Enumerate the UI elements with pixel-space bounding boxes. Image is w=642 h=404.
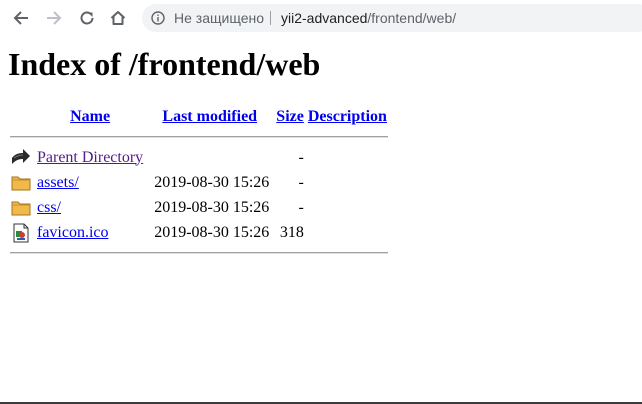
- table-row: Parent Directory -: [10, 146, 388, 169]
- assets-folder-link[interactable]: assets/: [37, 174, 79, 191]
- url-host: yii2-advanced: [281, 10, 368, 26]
- table-row: css/ 2019-08-30 15:26 -: [10, 196, 388, 219]
- row-description: [307, 171, 388, 194]
- last-modified-column-header: Last modified: [146, 106, 273, 128]
- row-size: 318: [279, 223, 304, 241]
- url-text[interactable]: yii2-advanced/frontend/web/: [281, 10, 456, 26]
- sort-by-name-link[interactable]: Name: [70, 108, 110, 125]
- sort-by-description-link[interactable]: Description: [308, 108, 387, 125]
- css-folder-link[interactable]: css/: [37, 199, 61, 216]
- back-arrow-icon: [13, 11, 28, 25]
- security-label[interactable]: Не защищено: [174, 10, 264, 26]
- omnibox-divider: [270, 11, 271, 25]
- info-icon[interactable]: [151, 11, 165, 25]
- forward-button[interactable]: [43, 7, 65, 29]
- row-modified: [146, 146, 273, 169]
- row-modified: 2019-08-30 15:26: [154, 223, 270, 241]
- back-arrow-icon: [12, 148, 30, 164]
- reload-icon: [80, 11, 94, 25]
- sort-by-last-modified-link[interactable]: Last modified: [162, 108, 257, 125]
- row-size: -: [298, 198, 304, 216]
- row-description: [307, 146, 388, 169]
- parent-directory-link[interactable]: Parent Directory: [37, 149, 143, 166]
- folder-icon: [11, 201, 31, 215]
- reload-button[interactable]: [76, 7, 98, 29]
- sort-by-size-link[interactable]: Size: [276, 108, 304, 125]
- description-column-header: Description: [307, 106, 388, 128]
- header-row: Name Last modified Size Description: [10, 106, 388, 128]
- favicon-file-link[interactable]: favicon.ico: [37, 224, 109, 241]
- back-button[interactable]: [10, 7, 32, 29]
- folder-icon: [11, 176, 31, 190]
- address-bar[interactable]: Не защищено yii2-advanced/frontend/web/: [142, 4, 642, 32]
- image-file-icon: [13, 223, 29, 242]
- url-path: /frontend/web/: [367, 10, 457, 26]
- size-column-header: Size: [275, 106, 305, 128]
- home-button[interactable]: [107, 7, 129, 29]
- icon-column-header: [10, 106, 34, 128]
- home-icon: [110, 11, 126, 25]
- table-row: assets/ 2019-08-30 15:26 -: [10, 171, 388, 194]
- bottom-divider: [10, 252, 388, 254]
- separator-row: [10, 130, 388, 144]
- row-size: -: [298, 148, 304, 166]
- directory-listing-table: Name Last modified Size Description Pare…: [8, 104, 390, 262]
- row-size: -: [298, 173, 304, 191]
- name-column-header: Name: [36, 106, 144, 128]
- row-modified: 2019-08-30 15:26: [154, 198, 270, 216]
- browser-toolbar: Не защищено yii2-advanced/frontend/web/: [0, 0, 642, 36]
- page-title: Index of /frontend/web: [8, 46, 321, 82]
- page-content: Index of /frontend/web Name Last modifie…: [0, 36, 642, 404]
- row-description: [307, 196, 388, 219]
- table-row: favicon.ico 2019-08-30 15:26 318: [10, 221, 388, 244]
- separator-row: [10, 246, 388, 260]
- row-description: [307, 221, 388, 244]
- forward-arrow-icon: [47, 11, 62, 25]
- top-divider: [10, 136, 388, 138]
- row-modified: 2019-08-30 15:26: [154, 173, 270, 191]
